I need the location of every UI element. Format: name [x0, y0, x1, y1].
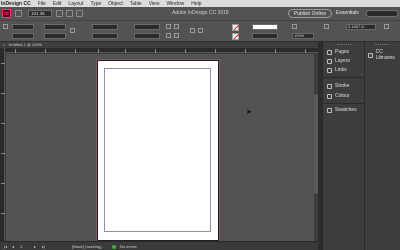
panel-divider: [324, 103, 364, 104]
menu-help[interactable]: Help: [191, 1, 201, 7]
search-input[interactable]: [366, 10, 398, 17]
libraries-panel-column: CC Libraries: [364, 42, 400, 250]
app-menu[interactable]: InDesign CC: [0, 1, 31, 7]
next-page-icon[interactable]: ▸: [34, 244, 36, 249]
last-page-icon[interactable]: ▸|: [42, 244, 45, 249]
panel-divider: [324, 77, 364, 78]
reference-point-icon[interactable]: [3, 24, 8, 29]
panel-links-label: Links: [335, 67, 347, 73]
menu-type[interactable]: Type: [90, 1, 101, 7]
zoom-field[interactable]: 101.36: [28, 10, 52, 17]
stroke-swatch[interactable]: [232, 33, 239, 40]
scale-y-field[interactable]: [92, 33, 118, 39]
panel-colour-label: Colour: [335, 93, 350, 99]
opacity-field[interactable]: 100%: [292, 33, 314, 39]
select-container-icon[interactable]: [190, 28, 195, 33]
menu-view[interactable]: View: [149, 1, 160, 7]
publish-online-button[interactable]: Publish Online: [288, 9, 332, 18]
page-number-field[interactable]: 1: [20, 244, 30, 249]
panel-links[interactable]: Links: [327, 67, 347, 73]
panel-stroke[interactable]: Stroke: [327, 83, 349, 89]
application-bar: Id 101.36 Adobe InDesign CC 2018 Publish…: [0, 7, 400, 20]
panel-colour[interactable]: Colour: [327, 93, 350, 99]
menu-window[interactable]: Window: [166, 1, 184, 7]
effects-icon[interactable]: [292, 24, 297, 29]
panel-layers-label: Layers: [335, 58, 351, 64]
preflight-errors[interactable]: No errors: [120, 244, 137, 249]
page-margin-guides: [104, 68, 211, 232]
collapsed-panels: Pages Layers Links Stroke Colour Swatche…: [322, 42, 364, 250]
indesign-logo: Id: [2, 9, 11, 18]
arrange-documents-icon[interactable]: [76, 10, 83, 17]
swatches-icon: [327, 107, 332, 113]
height-field[interactable]: [44, 33, 66, 39]
panel-stroke-label: Stroke: [335, 83, 350, 89]
prev-page-icon[interactable]: ◂: [12, 244, 14, 249]
pages-icon: [327, 49, 332, 55]
rotate-cw-icon[interactable]: [166, 24, 171, 29]
y-position-field[interactable]: [12, 33, 34, 39]
flip-horizontal-icon[interactable]: [166, 33, 171, 38]
scale-x-field[interactable]: [92, 24, 118, 30]
constrain-proportions-icon[interactable]: [70, 28, 75, 33]
offset-field[interactable]: 0.1667 in: [346, 24, 376, 30]
text-wrap-icon[interactable]: [324, 24, 329, 29]
bridge-icon[interactable]: [15, 10, 22, 17]
workspace-switcher[interactable]: Essentials: [336, 10, 359, 16]
panel-menu-icon[interactable]: [384, 24, 389, 29]
cc-libraries-icon: [368, 52, 373, 58]
colour-icon: [327, 93, 332, 99]
vertical-ruler[interactable]: [0, 48, 5, 241]
panel-grip[interactable]: [375, 44, 389, 46]
document-tab-label: Untitled-1 @ 100%: [8, 42, 43, 47]
menu-edit[interactable]: Edit: [53, 1, 62, 7]
panel-pages-label: Pages: [335, 49, 350, 55]
layers-icon: [327, 58, 332, 64]
preflight-status-icon: [112, 245, 116, 249]
mouse-cursor-icon: ➤: [246, 109, 252, 116]
width-field[interactable]: [44, 24, 66, 30]
select-content-icon[interactable]: [198, 28, 203, 33]
menu-table[interactable]: Table: [130, 1, 142, 7]
menu-file[interactable]: File: [38, 1, 46, 7]
status-bar: |◂ ◂ 1 ▸ ▸| [Basic] (working) No errors: [0, 241, 318, 250]
view-options-icon[interactable]: [56, 10, 63, 17]
close-tab-icon[interactable]: ×: [3, 42, 5, 47]
preflight-profile[interactable]: [Basic] (working): [72, 244, 102, 249]
panel-layers[interactable]: Layers: [327, 58, 350, 64]
screen-mode-icon[interactable]: [66, 10, 73, 17]
panel-grip[interactable]: [337, 44, 351, 46]
first-page-icon[interactable]: |◂: [4, 244, 7, 249]
panel-pages[interactable]: Pages: [327, 49, 349, 55]
panel-cc-libraries[interactable]: CC Libraries: [368, 49, 400, 61]
shear-field[interactable]: [134, 33, 160, 39]
stroke-icon: [327, 83, 332, 89]
links-icon: [327, 67, 332, 73]
panel-cc-libraries-label: CC Libraries: [375, 49, 395, 61]
menu-object[interactable]: Object: [108, 1, 122, 7]
horizontal-ruler[interactable]: [5, 48, 318, 53]
stroke-type-field[interactable]: [252, 24, 278, 30]
window-title: Adobe InDesign CC 2018: [172, 10, 229, 16]
panel-swatches-label: Swatches: [335, 107, 357, 113]
stroke-weight-field[interactable]: [252, 33, 278, 39]
control-panel: 100% 0.1667 in: [0, 20, 400, 42]
panel-swatches[interactable]: Swatches: [327, 107, 357, 113]
flip-vertical-icon[interactable]: [174, 33, 179, 38]
x-position-field[interactable]: [12, 24, 34, 30]
rotate-ccw-icon[interactable]: [174, 24, 179, 29]
fill-swatch[interactable]: [232, 24, 239, 31]
os-menubar: InDesign CC File Edit Layout Type Object…: [0, 0, 400, 7]
menu-layout[interactable]: Layout: [68, 1, 83, 7]
rotation-field[interactable]: [134, 24, 160, 30]
